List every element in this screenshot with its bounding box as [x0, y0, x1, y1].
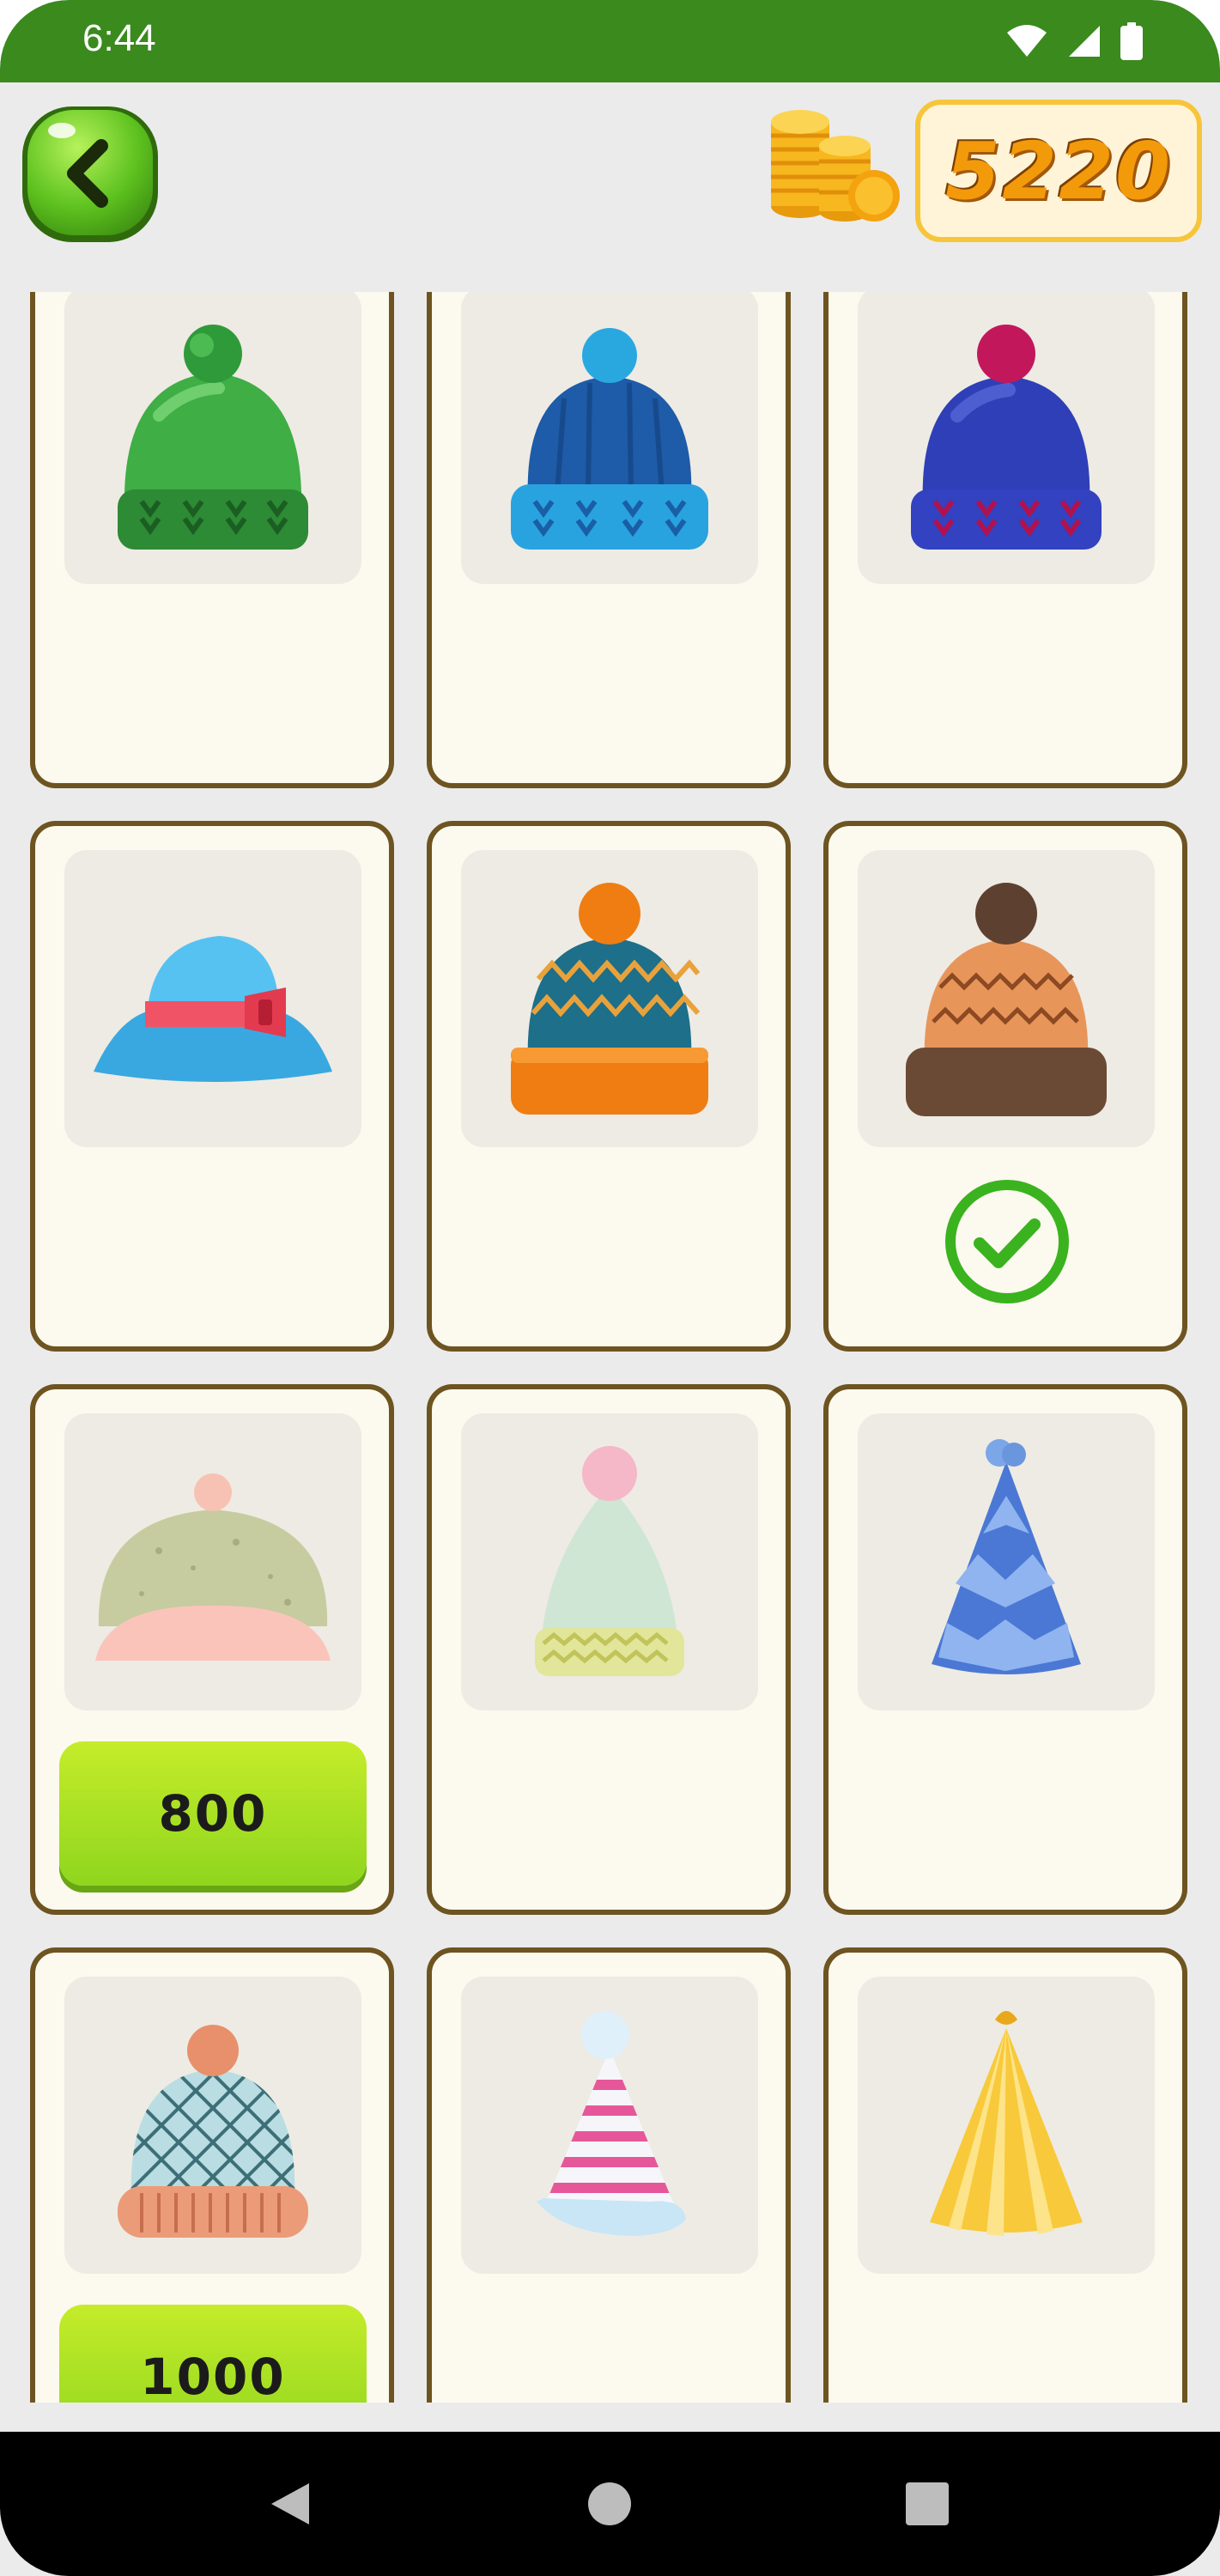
indigo-beanie-icon [858, 292, 1155, 584]
nav-home-icon[interactable] [584, 2478, 635, 2530]
blue-bucket-hat-icon [64, 850, 361, 1147]
hat-shop-grid[interactable]: 800 1000 [0, 292, 1220, 2403]
signal-icon [1069, 26, 1100, 57]
hat-card[interactable] [427, 821, 791, 1352]
hat-card[interactable] [823, 821, 1187, 1352]
netted-beanie-icon [64, 1977, 361, 2274]
pink-striped-hat-icon [461, 1977, 758, 2274]
hat-card[interactable] [30, 821, 394, 1352]
battery-icon [1120, 22, 1143, 60]
blue-party-hat-icon [858, 1413, 1155, 1710]
nav-recents-icon[interactable] [901, 2478, 953, 2530]
coin-balance-value: 5220 [944, 125, 1173, 217]
hat-card[interactable] [427, 1384, 791, 1915]
price-label: 800 [158, 1784, 268, 1843]
buy-button[interactable]: 800 [59, 1741, 367, 1886]
blue-beanie-icon [461, 292, 758, 584]
hat-card[interactable] [823, 1384, 1187, 1915]
back-button[interactable] [17, 101, 163, 247]
hat-card[interactable] [823, 1947, 1187, 2403]
green-beanie-icon [64, 292, 361, 584]
hat-card[interactable] [30, 292, 394, 788]
nav-back-icon[interactable] [264, 2478, 316, 2530]
buy-button[interactable]: 1000 [59, 2305, 367, 2403]
coin-stack-icon [764, 101, 901, 230]
hat-card[interactable]: 1000 [30, 1947, 394, 2403]
price-label: 1000 [140, 2348, 286, 2403]
hat-card[interactable] [427, 292, 791, 788]
teal-orange-beanie-icon [461, 850, 758, 1147]
status-bar: 6:44 [0, 0, 1220, 82]
brown-beanie-icon [858, 850, 1155, 1147]
mint-pom-hat-icon [461, 1413, 758, 1710]
top-bar: 5220 [0, 82, 1220, 292]
hat-card[interactable] [823, 292, 1187, 788]
hat-card[interactable] [427, 1947, 791, 2403]
sage-pink-cap-icon [64, 1413, 361, 1710]
selected-check-icon [945, 1180, 1069, 1303]
yellow-party-hat-icon [858, 1977, 1155, 2274]
hat-card[interactable]: 800 [30, 1384, 394, 1915]
back-arrow-icon [22, 106, 158, 242]
wifi-icon [1007, 25, 1047, 57]
app-screen: 6:44 5220 800 1000 [0, 0, 1220, 2576]
navigation-bar [0, 2432, 1220, 2576]
status-time: 6:44 [82, 17, 156, 59]
coin-balance: 5220 [915, 100, 1202, 242]
